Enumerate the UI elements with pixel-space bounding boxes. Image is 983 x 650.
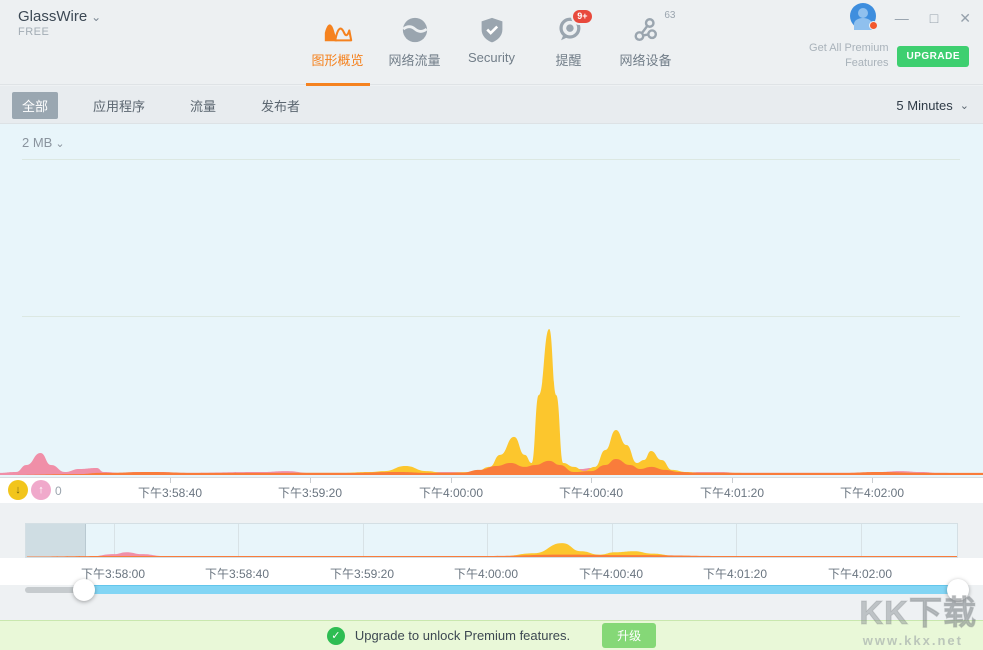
main-nav: 图形概览 网络流量 Security xyxy=(306,0,678,85)
filter-all[interactable]: 全部 xyxy=(12,92,58,119)
timeline-label: 下午3:58:40 xyxy=(205,565,269,582)
minimap-area-chart xyxy=(26,524,957,557)
filter-traffic[interactable]: 流量 xyxy=(180,92,226,119)
tab-label: 图形概览 xyxy=(311,50,363,69)
timeline-labels: 下午3:58:00 下午3:58:40 下午3:59:20 下午4:00:00 下午4:… xyxy=(0,558,983,585)
maximize-button[interactable]: □ xyxy=(930,9,938,27)
upgrade-banner: ✓ Upgrade to unlock Premium features. 升级 xyxy=(0,620,983,650)
timeline-zone: 下午3:58:00 下午3:58:40 下午3:59:20 下午4:00:00 下午4:… xyxy=(0,503,983,620)
axis-tick xyxy=(170,478,171,483)
axis-label: 下午4:02:00 xyxy=(840,484,904,501)
axis-label: 下午4:00:40 xyxy=(559,484,623,501)
axis-tick xyxy=(591,478,592,483)
filter-publishers[interactable]: 发布者 xyxy=(251,92,310,119)
window-controls: — □ ✕ xyxy=(895,9,971,27)
tab-label: 网络设备 xyxy=(619,50,671,69)
titlebar: GlassWire ⌄ FREE 图形概览 xyxy=(0,0,983,85)
shield-icon xyxy=(479,13,505,47)
glasswire-window: GlassWire ⌄ FREE 图形概览 xyxy=(0,0,983,650)
axis-tick xyxy=(451,478,452,483)
graph-icon xyxy=(322,13,354,47)
filter-apps[interactable]: 应用程序 xyxy=(83,92,155,119)
alerts-badge: 9+ xyxy=(571,8,593,25)
avatar-person-icon xyxy=(858,8,868,18)
banner-message: Upgrade to unlock Premium features. xyxy=(355,628,570,643)
minimize-button[interactable]: — xyxy=(895,9,909,27)
tab-graph-overview[interactable]: 图形概览 xyxy=(306,0,370,85)
tab-alerts[interactable]: 9+ 提醒 xyxy=(537,0,601,85)
upload-legend-button[interactable]: ↑ xyxy=(31,480,51,500)
app-menu[interactable]: GlassWire ⌄ FREE xyxy=(18,8,101,38)
timeline-track-blue[interactable] xyxy=(84,585,958,594)
timeline-minimap[interactable] xyxy=(25,523,958,558)
axis-label: 下午3:58:40 xyxy=(138,484,202,501)
plan-label: FREE xyxy=(18,26,101,38)
period-selector[interactable]: 5 Minutes ⌄ xyxy=(896,86,969,124)
tab-label: Security xyxy=(468,50,515,65)
axis-tick xyxy=(310,478,311,483)
timeline-handle-left[interactable] xyxy=(73,579,95,601)
premium-text: Get All Premium Features xyxy=(809,41,888,72)
avatar[interactable] xyxy=(850,3,876,29)
timeline-label: 下午4:00:40 xyxy=(579,565,643,582)
timeline-handle-right[interactable] xyxy=(947,579,969,601)
chevron-down-icon: ⌄ xyxy=(91,10,101,24)
banner-upgrade-button[interactable]: 升级 xyxy=(602,623,656,648)
premium-promo: Get All Premium Features UPGRADE xyxy=(809,41,969,72)
timeline-label: 下午4:00:00 xyxy=(454,565,518,582)
devices-count: 63 xyxy=(664,10,675,21)
timeline-label: 下午4:02:00 xyxy=(828,565,892,582)
check-icon: ✓ xyxy=(327,627,345,645)
axis-tick xyxy=(872,478,873,483)
chevron-down-icon: ⌄ xyxy=(960,99,969,112)
tab-network-traffic[interactable]: 网络流量 xyxy=(383,0,447,85)
timeline-label: 下午3:58:00 xyxy=(81,565,145,582)
timeline-label: 下午4:01:20 xyxy=(703,565,767,582)
scale-selector[interactable]: 2 MB⌄ xyxy=(22,135,65,150)
tab-security[interactable]: Security xyxy=(460,0,524,85)
download-legend-button[interactable]: ↓ xyxy=(8,480,28,500)
traffic-icon xyxy=(401,13,429,47)
tab-label: 提醒 xyxy=(555,50,581,69)
notification-dot xyxy=(869,21,878,30)
main-axis: ↓ ↑ 0 下午3:58:40 下午3:59:20 下午4:00:00 下午4:00:… xyxy=(0,477,983,503)
axis-label: 下午4:01:20 xyxy=(700,484,764,501)
filter-pills: 全部 应用程序 流量 发布者 xyxy=(12,86,310,124)
series-upload xyxy=(27,555,957,557)
series-download xyxy=(27,543,957,557)
app-title: GlassWire xyxy=(18,8,87,25)
axis-zero-label: 0 xyxy=(55,484,62,498)
series-download xyxy=(0,329,983,475)
chevron-down-icon: ⌄ xyxy=(55,138,64,150)
filter-bar: 全部 应用程序 流量 发布者 5 Minutes ⌄ xyxy=(0,86,983,124)
series-upload xyxy=(0,459,983,475)
tab-network-devices[interactable]: 63 网络设备 xyxy=(614,0,678,85)
axis-label: 下午4:00:00 xyxy=(419,484,483,501)
network-area-chart xyxy=(0,124,983,477)
main-graph[interactable]: 2 MB⌄ xyxy=(0,124,983,477)
timeline-label: 下午3:59:20 xyxy=(330,565,394,582)
axis-tick xyxy=(732,478,733,483)
alerts-pin-icon: 9+ xyxy=(555,13,583,47)
close-button[interactable]: ✕ xyxy=(959,9,971,27)
tab-label: 网络流量 xyxy=(388,50,440,69)
devices-icon: 63 xyxy=(632,13,660,47)
upgrade-button[interactable]: UPGRADE xyxy=(897,46,969,67)
axis-label: 下午3:59:20 xyxy=(278,484,342,501)
